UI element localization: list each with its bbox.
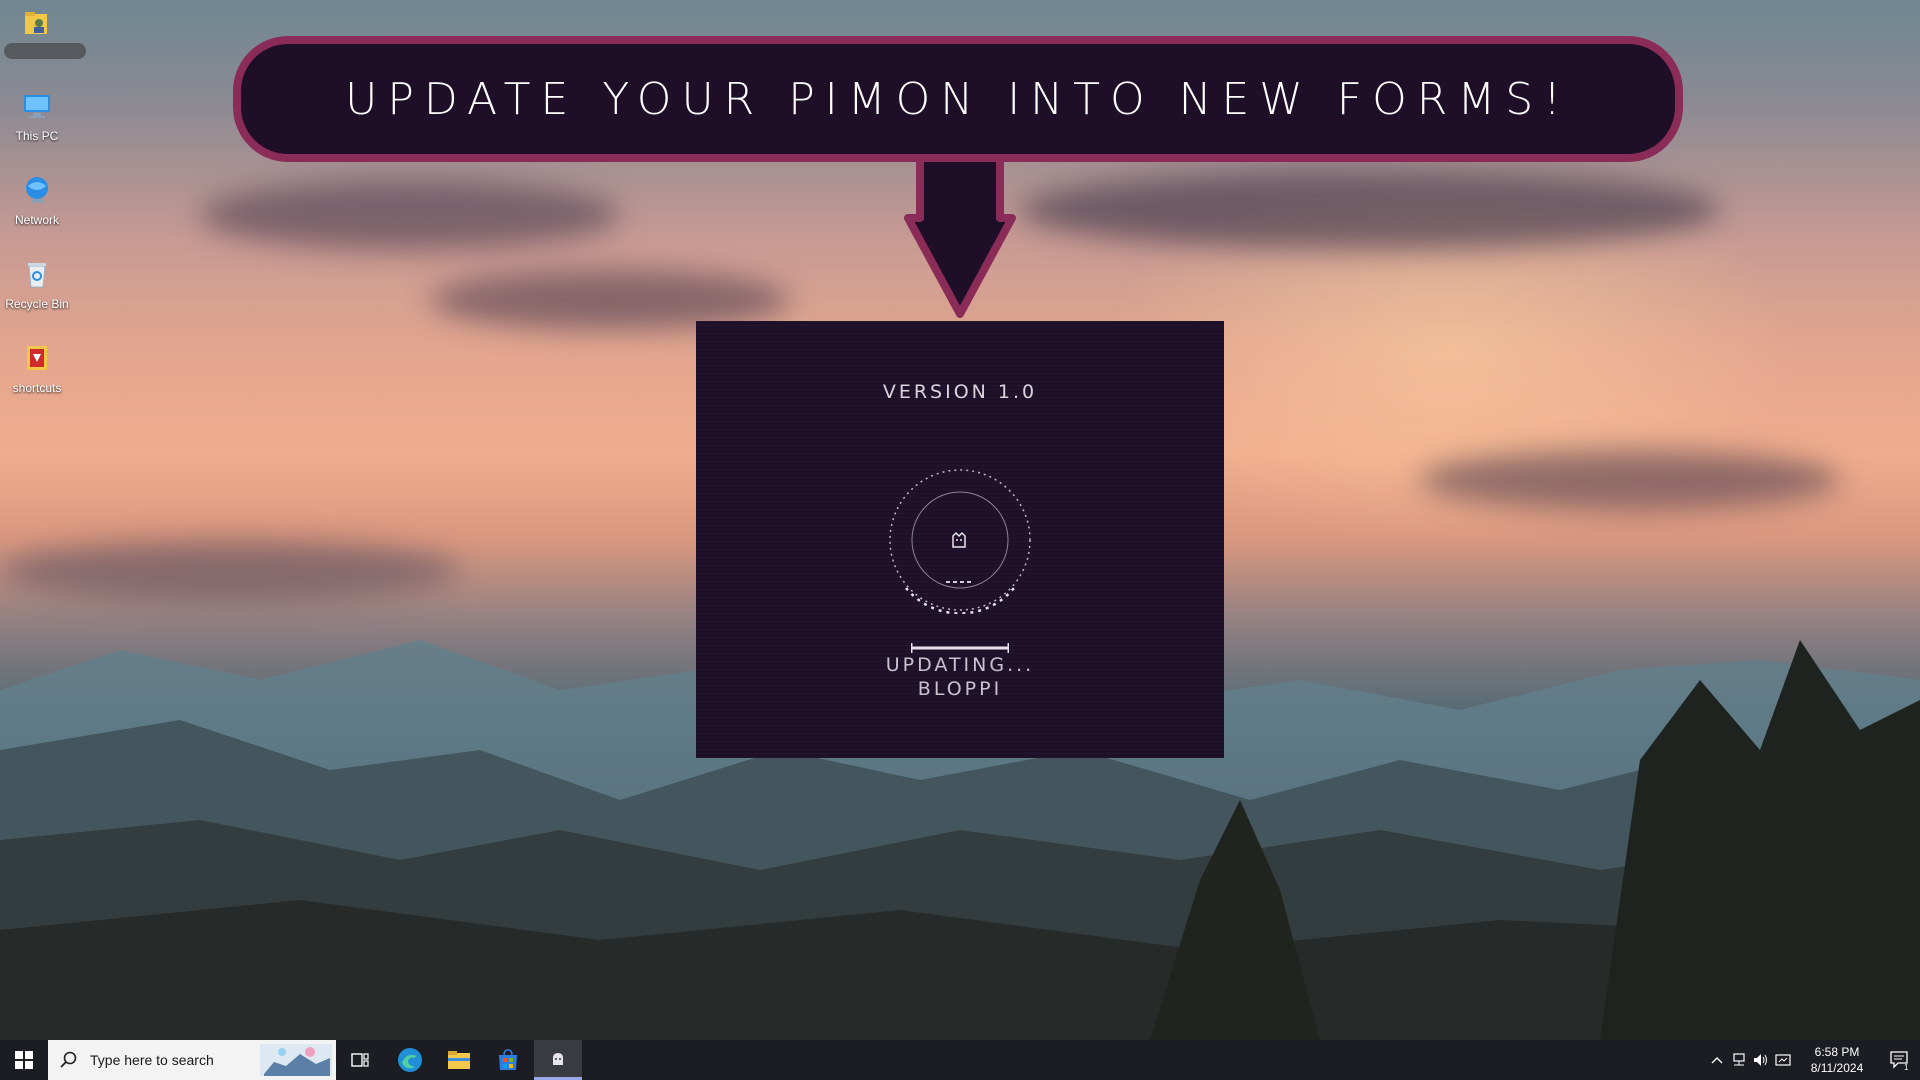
taskbar-app-file-explorer[interactable] bbox=[435, 1040, 483, 1080]
tray-app-icon bbox=[1775, 1054, 1791, 1066]
recycle-bin-icon bbox=[28, 263, 46, 288]
down-arrow-icon bbox=[904, 154, 1016, 318]
taskbar-app-edge[interactable] bbox=[386, 1040, 434, 1080]
clock-time: 6:58 PM bbox=[1814, 1045, 1860, 1059]
desktop-icon-label: This PC bbox=[15, 129, 59, 143]
shortcuts-icon bbox=[27, 346, 47, 370]
cloud bbox=[0, 540, 460, 600]
volume-icon bbox=[1754, 1054, 1767, 1066]
desktop-icon-label: shortcuts bbox=[12, 381, 62, 395]
user-name-bar bbox=[4, 43, 86, 59]
taskbar-search-box[interactable]: Type here to search bbox=[48, 1040, 336, 1080]
edge-icon bbox=[398, 1048, 422, 1072]
version-label: VERSION 1.0 bbox=[882, 381, 1038, 403]
desktop-icon-label: Recycle Bin bbox=[5, 297, 69, 311]
desktop-icon-recycle-bin[interactable]: Recycle Bin bbox=[4, 258, 70, 311]
desktop-icon-this-pc[interactable]: This PC bbox=[4, 90, 70, 143]
pimon-name: BLOPPI bbox=[917, 678, 1003, 700]
desktop-icon-user[interactable] bbox=[4, 6, 70, 45]
notification-icon: 1 bbox=[1890, 1051, 1909, 1071]
taskbar: Type here to search 6:58 PM 8/11/2024 1 bbox=[0, 1040, 1920, 1080]
cloud bbox=[200, 180, 620, 250]
store-icon bbox=[499, 1049, 517, 1070]
search-placeholder: Type here to search bbox=[90, 1052, 214, 1068]
updating-label: UPDATING... bbox=[885, 654, 1035, 676]
tray-app-button[interactable] bbox=[1772, 1040, 1794, 1080]
desktop-icon-label: Network bbox=[14, 213, 59, 227]
cloud bbox=[1420, 450, 1840, 510]
pimon-updater-window: VERSION 1.0 UPDATING... BLOPPI bbox=[696, 321, 1224, 758]
chevron-up-icon bbox=[1711, 1057, 1723, 1064]
update-banner: UPDATE YOUR PIMON INTO NEW FORMS! bbox=[233, 36, 1683, 162]
desktop-icon-network[interactable]: Network bbox=[4, 174, 70, 227]
windows-logo-icon bbox=[15, 1051, 33, 1069]
network-icon bbox=[26, 177, 48, 203]
pimon-app-icon bbox=[553, 1052, 563, 1065]
action-center-button[interactable]: 1 bbox=[1880, 1040, 1920, 1080]
search-icon bbox=[60, 1051, 77, 1068]
desktop-icon-shortcuts[interactable]: shortcuts bbox=[4, 342, 70, 395]
search-highlight-image bbox=[260, 1044, 332, 1076]
update-progress-bar bbox=[911, 643, 1009, 653]
volume-button[interactable] bbox=[1750, 1040, 1772, 1080]
file-explorer-icon bbox=[448, 1051, 470, 1069]
task-view-icon bbox=[351, 1053, 369, 1067]
start-button[interactable] bbox=[0, 1040, 48, 1080]
loading-ring bbox=[889, 469, 1031, 614]
taskbar-app-pimon[interactable] bbox=[534, 1040, 582, 1080]
clock-date: 8/11/2024 bbox=[1810, 1061, 1864, 1075]
show-hidden-icons-button[interactable] bbox=[1706, 1040, 1728, 1080]
taskbar-app-store[interactable] bbox=[484, 1040, 532, 1080]
notification-count: 1 bbox=[1904, 1063, 1909, 1071]
system-tray: 6:58 PM 8/11/2024 1 bbox=[1706, 1040, 1920, 1080]
this-pc-icon bbox=[24, 95, 50, 118]
banner-text: UPDATE YOUR PIMON INTO NEW FORMS! bbox=[345, 73, 1571, 125]
network-wired-icon bbox=[1733, 1053, 1745, 1066]
cloud bbox=[1020, 170, 1720, 250]
network-tray-button[interactable] bbox=[1728, 1040, 1750, 1080]
taskbar-clock[interactable]: 6:58 PM 8/11/2024 bbox=[1794, 1044, 1880, 1076]
task-view-button[interactable] bbox=[336, 1040, 384, 1080]
pimon-creature-icon bbox=[952, 531, 966, 548]
user-folder-icon bbox=[25, 12, 47, 34]
update-status: UPDATING... BLOPPI bbox=[696, 653, 1224, 701]
